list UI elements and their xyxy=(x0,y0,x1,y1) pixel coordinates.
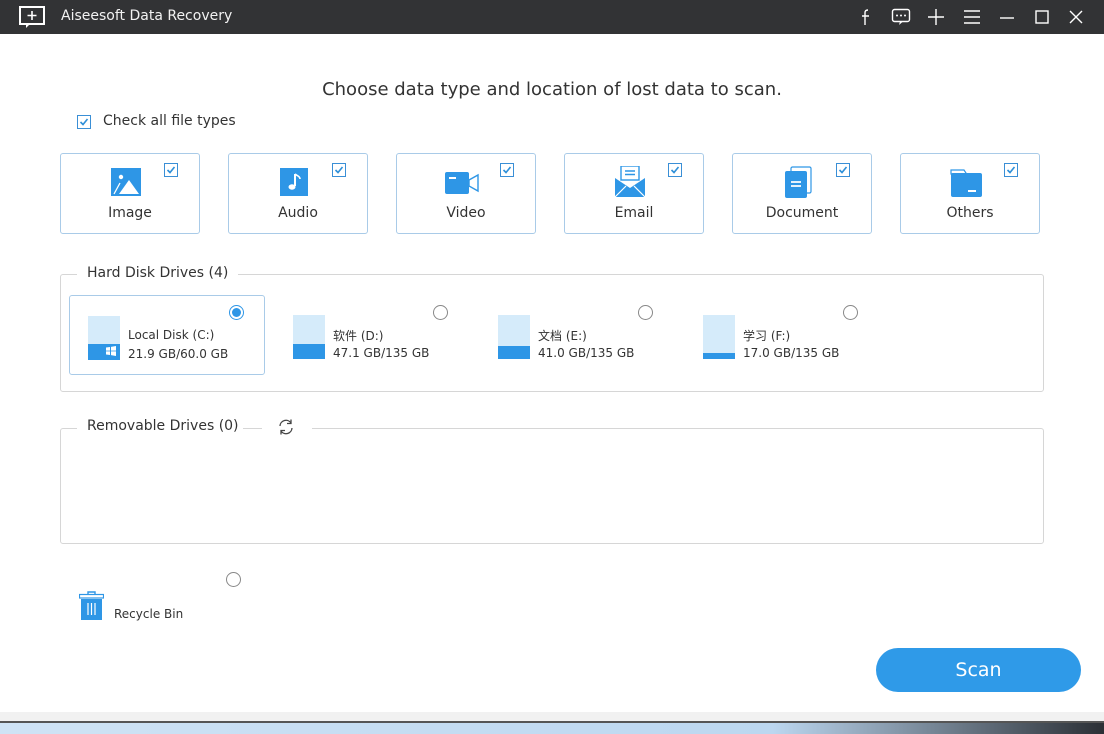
drive-name: 文档 (E:) xyxy=(538,329,587,343)
feedback-icon xyxy=(891,8,911,25)
menu-icon xyxy=(964,10,980,24)
image-icon xyxy=(111,168,141,196)
taskbar xyxy=(0,721,1104,734)
drive-name: Local Disk (C:) xyxy=(128,328,215,342)
file-type-label: Audio xyxy=(278,205,318,221)
minimize-button[interactable] xyxy=(995,5,1019,29)
file-type-label: Others xyxy=(946,205,994,221)
check-all-label[interactable]: Check all file types xyxy=(103,113,236,129)
hard-disk-group-label: Hard Disk Drives (4) xyxy=(77,265,239,281)
drive-usage-bar xyxy=(703,315,735,359)
close-button[interactable] xyxy=(1064,5,1088,29)
checkmark-icon xyxy=(502,166,512,174)
file-type-email[interactable]: Email xyxy=(564,153,704,234)
drive-e[interactable]: 文档 (E:) 41.0 GB/135 GB xyxy=(480,295,676,375)
file-type-label: Image xyxy=(108,205,152,221)
feedback-button[interactable] xyxy=(889,5,913,29)
facebook-button[interactable] xyxy=(854,5,878,29)
drive-usage-bar xyxy=(498,315,530,359)
close-icon xyxy=(1069,10,1083,24)
file-type-audio[interactable]: Audio xyxy=(228,153,368,234)
drive-name: 学习 (F:) xyxy=(743,329,791,343)
app-title: Aiseesoft Data Recovery xyxy=(61,8,233,24)
email-checkbox[interactable] xyxy=(668,163,682,177)
drive-size: 41.0 GB/135 GB xyxy=(538,346,635,360)
drive-c-radio[interactable] xyxy=(229,305,244,320)
facebook-icon xyxy=(862,9,869,25)
document-checkbox[interactable] xyxy=(836,163,850,177)
audio-icon xyxy=(280,168,308,196)
checkmark-icon xyxy=(670,166,680,174)
removable-group xyxy=(60,428,1044,544)
file-type-video[interactable]: Video xyxy=(396,153,536,234)
folder-icon xyxy=(950,169,982,197)
checkmark-icon xyxy=(334,166,344,174)
image-checkbox[interactable] xyxy=(164,163,178,177)
drive-e-radio[interactable] xyxy=(638,305,653,320)
drive-usage-fill xyxy=(703,353,735,359)
file-type-others[interactable]: Others xyxy=(900,153,1040,234)
file-type-image[interactable]: Image xyxy=(60,153,200,234)
recycle-bin-radio[interactable] xyxy=(226,572,241,587)
background-window-strip xyxy=(0,712,1104,721)
plus-icon xyxy=(928,9,944,25)
drive-usage-bar xyxy=(293,315,325,359)
app-logo-icon xyxy=(19,6,45,28)
windows-icon xyxy=(106,346,116,356)
scan-button[interactable]: Scan xyxy=(876,648,1081,692)
page-heading: Choose data type and location of lost da… xyxy=(322,79,782,100)
title-bar: Aiseesoft Data Recovery xyxy=(0,0,1104,34)
recycle-bin-icon xyxy=(79,591,104,620)
recycle-bin-label[interactable]: Recycle Bin xyxy=(114,607,183,621)
file-type-label: Document xyxy=(765,205,839,221)
drive-usage-fill xyxy=(498,345,530,359)
maximize-button[interactable] xyxy=(1030,5,1054,29)
checkmark-icon xyxy=(838,166,848,174)
drive-size: 17.0 GB/135 GB xyxy=(743,346,840,360)
drive-name: 软件 (D:) xyxy=(333,329,384,343)
drive-usage-bar xyxy=(88,316,120,360)
video-checkbox[interactable] xyxy=(500,163,514,177)
drive-size: 21.9 GB/60.0 GB xyxy=(128,347,229,361)
email-icon xyxy=(614,166,646,198)
checkmark-icon xyxy=(166,166,176,174)
video-icon xyxy=(445,172,479,194)
refresh-icon xyxy=(279,419,293,435)
audio-checkbox[interactable] xyxy=(332,163,346,177)
file-type-label: Video xyxy=(446,205,486,221)
drive-d[interactable]: 软件 (D:) 47.1 GB/135 GB xyxy=(275,295,471,375)
drive-f[interactable]: 学习 (F:) 17.0 GB/135 GB xyxy=(685,295,881,375)
file-type-document[interactable]: Document xyxy=(732,153,872,234)
document-icon xyxy=(785,166,812,198)
others-checkbox[interactable] xyxy=(1004,163,1018,177)
drive-d-radio[interactable] xyxy=(433,305,448,320)
checkmark-icon xyxy=(1006,166,1016,174)
removable-group-label: Removable Drives (0) xyxy=(77,418,243,434)
drive-size: 47.1 GB/135 GB xyxy=(333,346,430,360)
checkmark-icon xyxy=(79,118,89,126)
drive-f-radio[interactable] xyxy=(843,305,858,320)
menu-button[interactable] xyxy=(960,5,984,29)
file-type-label: Email xyxy=(614,205,654,221)
check-all-checkbox[interactable] xyxy=(77,115,91,129)
minimize-icon xyxy=(1000,17,1014,19)
drive-c[interactable]: Local Disk (C:) 21.9 GB/60.0 GB xyxy=(69,295,265,375)
drive-usage-fill xyxy=(293,343,325,359)
register-button[interactable] xyxy=(924,5,948,29)
maximize-icon xyxy=(1035,10,1049,24)
refresh-button[interactable] xyxy=(262,416,312,438)
